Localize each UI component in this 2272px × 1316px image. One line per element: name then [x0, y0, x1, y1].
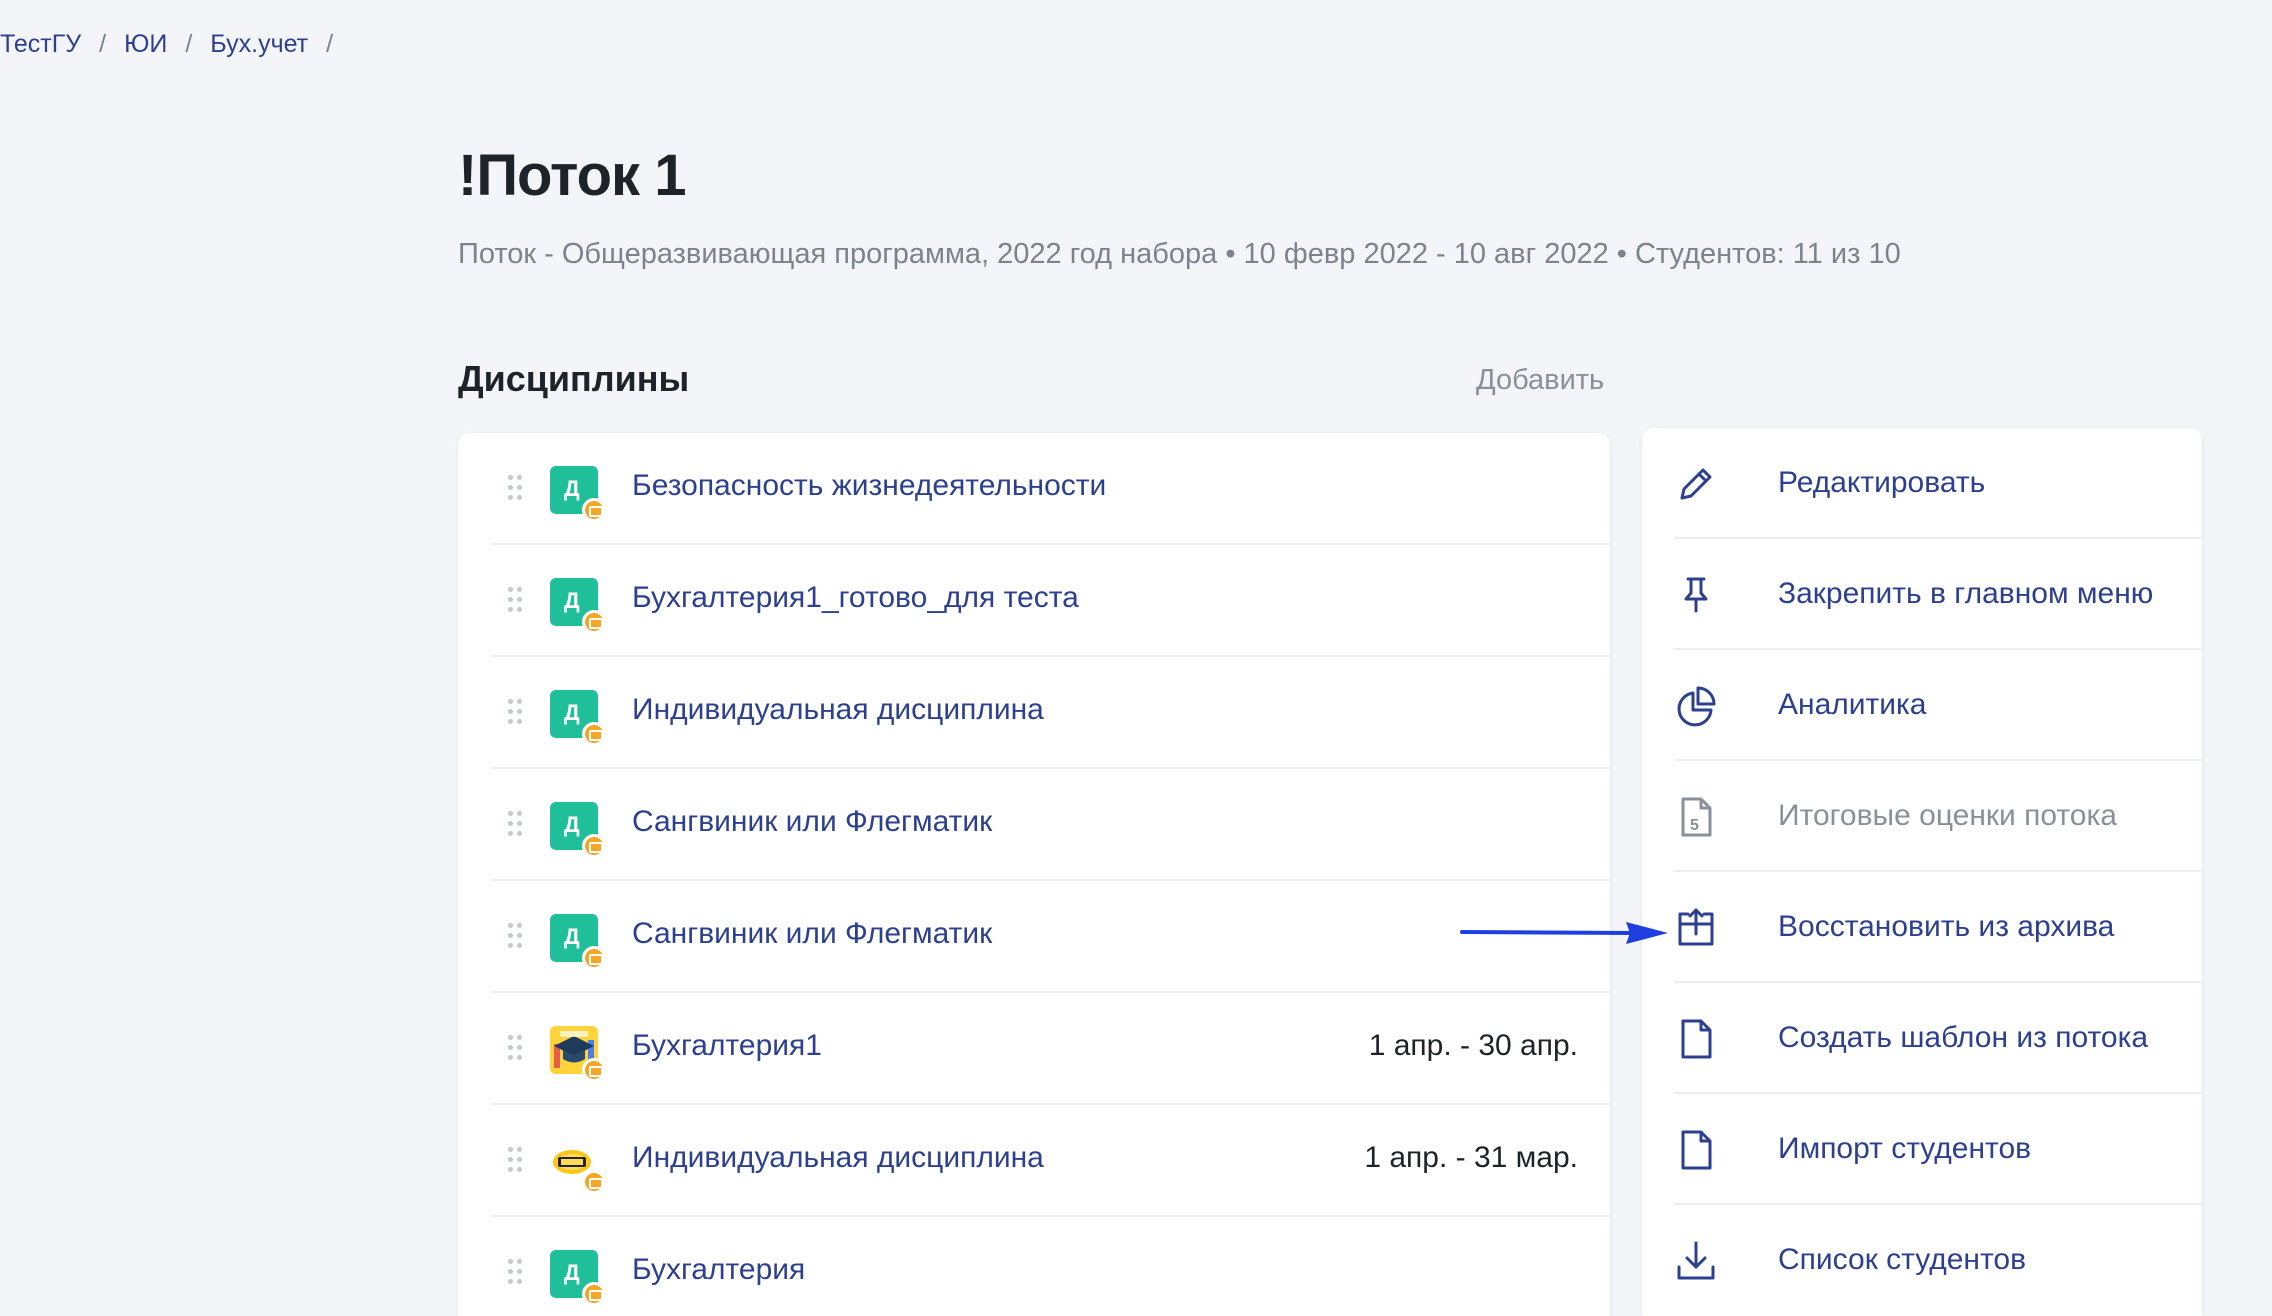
breadcrumb-item-buhuchet[interactable]: Бух.учет	[210, 30, 308, 59]
list-item[interactable]: Д Безопасность жизнедеятельности	[490, 433, 1610, 545]
disciplines-title: Дисциплины	[458, 358, 690, 399]
breadcrumb-item-yui[interactable]: ЮИ	[124, 30, 167, 59]
pin-icon	[1674, 573, 1718, 617]
course-type-badge-icon	[582, 946, 606, 970]
import-students-label: Импорт студентов	[1778, 1132, 2032, 1165]
course-letter-icon: Д	[550, 914, 606, 970]
breadcrumb-item-testgu[interactable]: ТестГУ	[0, 30, 81, 59]
edit-label: Редактировать	[1778, 466, 1986, 499]
list-item[interactable]: Д Сангвиник или Флегматик	[490, 881, 1610, 993]
course-letter: Д	[564, 476, 580, 501]
breadcrumb-separator: /	[185, 30, 193, 58]
drag-handle-icon[interactable]	[508, 1147, 522, 1173]
list-item[interactable]: Д Сангвиник или Флегматик	[490, 769, 1610, 881]
breadcrumb-separator: /	[326, 30, 334, 58]
course-type-badge-icon	[582, 834, 606, 858]
course-letter: Д	[564, 588, 580, 613]
course-type-badge-icon	[582, 1282, 606, 1306]
course-letter-icon: Д	[550, 690, 606, 746]
drag-handle-icon[interactable]	[508, 475, 522, 501]
list-item[interactable]: Бухгалтерия1 1 апр. - 30 апр.	[490, 993, 1610, 1105]
course-type-badge-icon	[582, 610, 606, 634]
page-subtitle: Поток - Общеразвивающая программа, 2022 …	[458, 238, 1901, 270]
pie-chart-icon	[1674, 684, 1718, 728]
create-template-label: Создать шаблон из потока	[1778, 1021, 2149, 1054]
course-letter: Д	[564, 812, 580, 837]
graduation-cap-image-icon	[550, 1026, 606, 1082]
analytics-button[interactable]: Аналитика	[1674, 650, 2202, 761]
pencil-icon	[1674, 462, 1718, 506]
discipline-title[interactable]: Сангвиник или Флегматик	[632, 805, 992, 839]
course-letter: Д	[564, 700, 580, 725]
page-title: !Поток 1	[458, 143, 686, 208]
document-icon	[1674, 1017, 1718, 1061]
discipline-title[interactable]: Бухгалтерия1	[632, 1029, 822, 1063]
course-type-badge-icon	[582, 722, 606, 746]
discipline-date: 1 апр. - 30 апр.	[1368, 1029, 1578, 1062]
discipline-title[interactable]: Безопасность жизнедеятельности	[632, 469, 1106, 503]
discipline-title[interactable]: Бухгалтерия	[632, 1253, 805, 1287]
course-type-badge-icon	[582, 498, 606, 522]
restore-label: Восстановить из архива	[1778, 910, 2115, 943]
course-type-badge-icon	[582, 1170, 606, 1194]
students-list-button[interactable]: Список студентов	[1674, 1205, 2202, 1316]
add-discipline-button[interactable]: Добавить	[1476, 364, 1604, 397]
list-item[interactable]: Д Бухгалтерия1_готово_для теста	[490, 545, 1610, 657]
edit-button[interactable]: Редактировать	[1674, 428, 2202, 539]
discipline-title[interactable]: Бухгалтерия1_готово_для теста	[632, 581, 1079, 615]
course-letter: Д	[564, 1260, 580, 1285]
course-letter: Д	[564, 924, 580, 949]
discipline-title[interactable]: Сангвиник или Флегматик	[632, 917, 992, 951]
drag-handle-icon[interactable]	[508, 811, 522, 837]
import-students-button[interactable]: Импорт студентов	[1674, 1094, 2202, 1205]
list-item[interactable]: Д Индивидуальная дисциплина	[490, 657, 1610, 769]
final-grades-button[interactable]: 5 Итоговые оценки потока	[1674, 761, 2202, 872]
document-icon	[1674, 1128, 1718, 1172]
analytics-label: Аналитика	[1778, 688, 1927, 721]
list-item[interactable]: Д Бухгалтерия	[490, 1217, 1610, 1316]
drag-handle-icon[interactable]	[508, 699, 522, 725]
restore-from-archive-button[interactable]: Восстановить из архива	[1674, 872, 2202, 983]
actions-menu: Редактировать Закрепить в главном меню А…	[1642, 428, 2202, 1316]
pin-label: Закрепить в главном меню	[1778, 577, 2154, 610]
demo-image-icon	[550, 1138, 606, 1194]
drag-handle-icon[interactable]	[508, 587, 522, 613]
grade-document-icon: 5	[1674, 795, 1718, 839]
course-type-badge-icon	[582, 1058, 606, 1082]
archive-restore-icon	[1674, 906, 1718, 950]
discipline-title[interactable]: Индивидуальная дисциплина	[632, 693, 1044, 727]
annotation-arrow-icon	[1460, 922, 1668, 944]
download-icon	[1674, 1239, 1718, 1283]
discipline-title[interactable]: Индивидуальная дисциплина	[632, 1141, 1044, 1175]
course-letter-icon: Д	[550, 466, 606, 522]
pin-to-main-menu-button[interactable]: Закрепить в главном меню	[1674, 539, 2202, 650]
breadcrumb: ТестГУ / ЮИ / Бух.учет /	[0, 30, 351, 59]
final-grades-label: Итоговые оценки потока	[1778, 799, 2117, 832]
course-letter-icon: Д	[550, 802, 606, 858]
course-letter-icon: Д	[550, 578, 606, 634]
drag-handle-icon[interactable]	[508, 1035, 522, 1061]
students-list-label: Список студентов	[1778, 1243, 2027, 1276]
create-template-button[interactable]: Создать шаблон из потока	[1674, 983, 2202, 1094]
breadcrumb-separator: /	[99, 30, 107, 58]
svg-text:5: 5	[1690, 817, 1699, 834]
discipline-date: 1 апр. - 31 мар.	[1364, 1141, 1578, 1174]
disciplines-list: Д Безопасность жизнедеятельности Д Бухга…	[458, 433, 1610, 1316]
drag-handle-icon[interactable]	[508, 1259, 522, 1285]
list-item[interactable]: Индивидуальная дисциплина 1 апр. - 31 ма…	[490, 1105, 1610, 1217]
drag-handle-icon[interactable]	[508, 923, 522, 949]
course-letter-icon: Д	[550, 1250, 606, 1306]
